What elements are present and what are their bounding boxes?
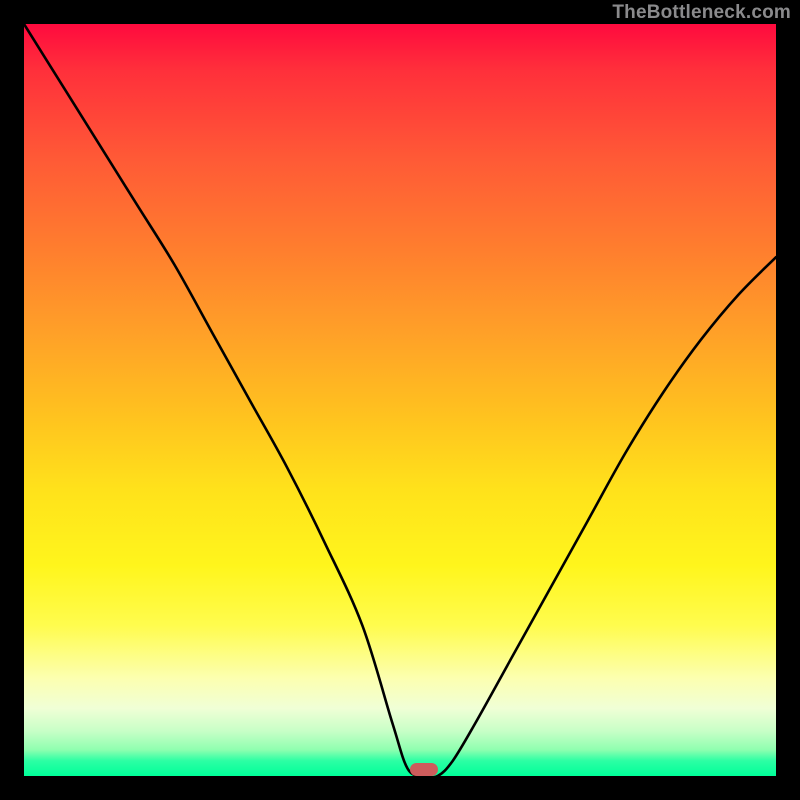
optimal-point-marker bbox=[410, 763, 438, 776]
chart-frame: TheBottleneck.com bbox=[0, 0, 800, 800]
heat-gradient-background bbox=[24, 24, 776, 776]
plot-area bbox=[24, 24, 776, 776]
watermark-text: TheBottleneck.com bbox=[612, 2, 791, 24]
